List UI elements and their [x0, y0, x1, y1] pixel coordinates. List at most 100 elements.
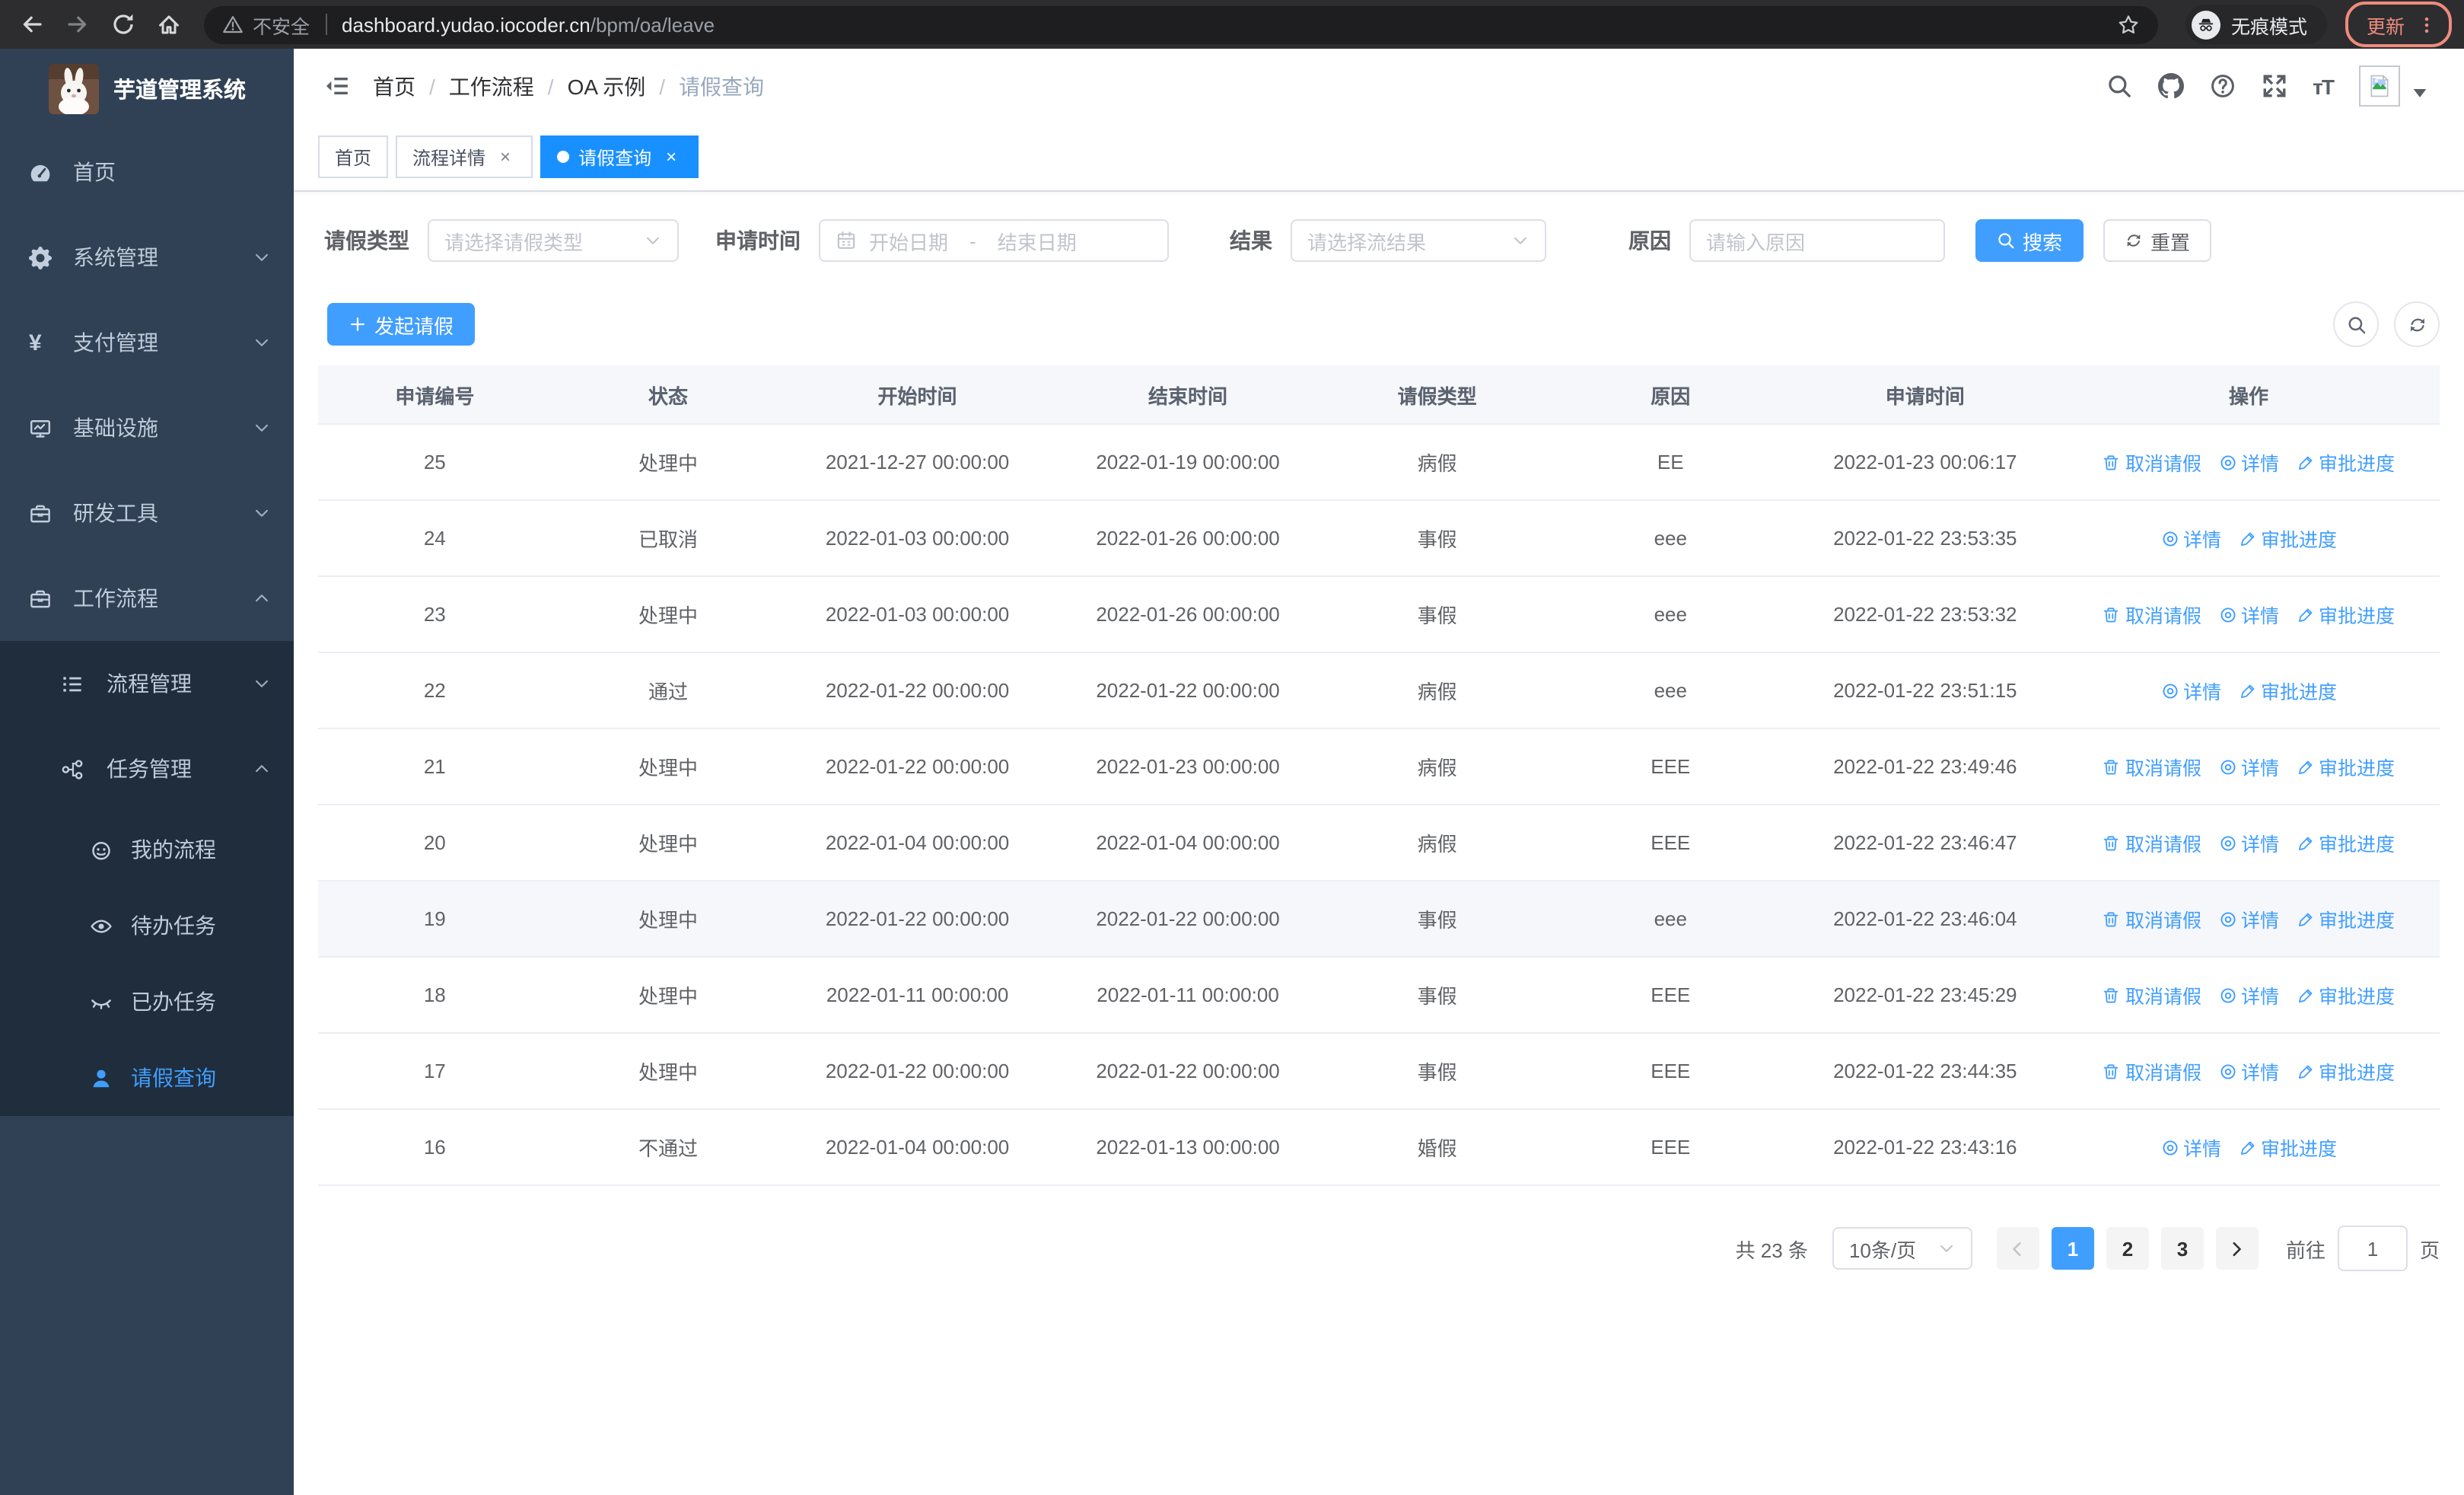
breadcrumb-oa-example[interactable]: OA 示例 — [568, 71, 646, 101]
cancel-leave-link[interactable]: 取消请假 — [2103, 828, 2201, 857]
cancel-leave-link[interactable]: 取消请假 — [2103, 600, 2201, 629]
page-size-select[interactable]: 10条/页 — [1832, 1227, 1972, 1270]
progress-link[interactable]: 审批进度 — [2296, 752, 2395, 781]
page-button-3[interactable]: 3 — [2160, 1227, 2204, 1270]
search-icon — [1997, 231, 2015, 250]
fullscreen-icon[interactable] — [2261, 73, 2287, 99]
close-icon[interactable]: × — [661, 146, 682, 167]
cancel-leave-link[interactable]: 取消请假 — [2103, 448, 2201, 477]
result-select[interactable]: 请选择流结果 — [1291, 219, 1546, 262]
address-bar[interactable]: 不安全 dashboard.yudao.iocoder.cn/bpm/oa/le… — [204, 5, 2158, 43]
detail-link[interactable]: 详情 — [2160, 676, 2221, 705]
cancel-leave-link[interactable]: 取消请假 — [2103, 980, 2201, 1009]
page-button-2[interactable]: 2 — [2106, 1227, 2149, 1270]
row-actions: 详情 审批进度 — [2064, 524, 2434, 553]
progress-icon — [2238, 1138, 2256, 1156]
detail-link[interactable]: 详情 — [2218, 1057, 2279, 1085]
breadcrumb-home[interactable]: 首页 — [373, 71, 415, 101]
sidebar-item-home[interactable]: 首页 — [0, 129, 294, 215]
chevron-down-icon — [253, 419, 271, 437]
browser-back-button[interactable] — [12, 5, 52, 44]
cancel-leave-link[interactable]: 取消请假 — [2103, 1057, 2201, 1085]
sidebar-item-process-mgmt[interactable]: 流程管理 — [0, 641, 294, 726]
tab-leave-query[interactable]: 请假查询 × — [540, 135, 699, 178]
user-avatar-menu[interactable] — [2359, 65, 2427, 107]
detail-link[interactable]: 详情 — [2218, 904, 2279, 933]
cell-status: 处理中 — [551, 956, 785, 1033]
reason-input[interactable]: 请输入原因 — [1689, 219, 1945, 262]
app-logo[interactable]: 芋道管理系统 — [0, 49, 294, 129]
sidebar-item-my-process[interactable]: 我的流程 — [0, 811, 294, 888]
bookmark-star-icon[interactable] — [2117, 13, 2140, 36]
sidebar-item-workflow[interactable]: 工作流程 — [0, 556, 294, 641]
row-actions: 详情 审批进度 — [2064, 1133, 2434, 1162]
detail-link[interactable]: 详情 — [2218, 980, 2279, 1009]
cell-status: 处理中 — [551, 880, 785, 957]
sidebar-item-system[interactable]: 系统管理 — [0, 215, 294, 300]
apply-time-range-picker[interactable]: 开始日期 - 结束日期 — [819, 219, 1169, 262]
progress-link[interactable]: 审批进度 — [2238, 676, 2337, 705]
table-search-toggle-button[interactable] — [2333, 301, 2379, 347]
browser-home-button[interactable] — [149, 5, 189, 44]
progress-link[interactable]: 审批进度 — [2296, 600, 2395, 629]
table-row: 24 已取消 2022-01-03 00:00:00 2022-01-26 00… — [318, 499, 2440, 576]
end-date-input[interactable]: 结束日期 — [998, 226, 1077, 255]
cell-status: 通过 — [551, 652, 785, 728]
close-icon[interactable]: × — [495, 146, 516, 167]
page-button-1[interactable]: 1 — [2051, 1227, 2094, 1270]
sidebar-item-infra[interactable]: 基础设施 — [0, 385, 294, 470]
result-label: 结果 — [1230, 228, 1272, 253]
detail-link[interactable]: 详情 — [2218, 828, 2279, 857]
search-icon[interactable] — [2106, 73, 2131, 99]
next-page-button[interactable] — [2215, 1227, 2259, 1270]
progress-link[interactable]: 审批进度 — [2296, 980, 2395, 1009]
search-button[interactable]: 搜索 — [1975, 219, 2084, 262]
progress-link[interactable]: 审批进度 — [2296, 828, 2395, 857]
cell-apply-id: 19 — [318, 880, 552, 957]
browser-update-menu-button[interactable]: 更新 — [2345, 2, 2452, 47]
breadcrumb-workflow[interactable]: 工作流程 — [449, 71, 534, 101]
browser-reload-button[interactable] — [103, 5, 143, 44]
sidebar-item-task-mgmt[interactable]: 任务管理 — [0, 726, 294, 811]
sidebar-fold-button[interactable] — [312, 62, 361, 110]
sidebar-item-leave-query[interactable]: 请假查询 — [0, 1040, 294, 1116]
detail-link[interactable]: 详情 — [2218, 448, 2279, 477]
cancel-leave-link[interactable]: 取消请假 — [2103, 904, 2201, 933]
font-size-icon[interactable]: ᴛT — [2313, 74, 2335, 98]
sidebar-item-done-tasks[interactable]: 已办任务 — [0, 964, 294, 1040]
progress-link[interactable]: 审批进度 — [2238, 524, 2337, 553]
cell-apply-id: 17 — [318, 1032, 552, 1109]
leave-type-select[interactable]: 请选择请假类型 — [428, 219, 679, 262]
start-date-input[interactable]: 开始日期 — [869, 226, 948, 255]
prev-page-button[interactable] — [1996, 1227, 2039, 1270]
row-actions: 取消请假 详情 审批进度 — [2064, 828, 2434, 857]
progress-link[interactable]: 审批进度 — [2296, 1057, 2395, 1085]
cell-apply-id: 23 — [318, 575, 552, 652]
browser-forward-button[interactable] — [58, 5, 97, 44]
sidebar-item-payment[interactable]: ¥ 支付管理 — [0, 300, 294, 385]
detail-link[interactable]: 详情 — [2218, 752, 2279, 781]
tab-process-detail[interactable]: 流程详情 × — [396, 135, 533, 178]
reset-button[interactable]: 重置 — [2103, 219, 2212, 262]
cell-end-time: 2022-01-22 00:00:00 — [1049, 652, 1326, 728]
sidebar-item-todo-tasks[interactable]: 待办任务 — [0, 888, 294, 964]
detail-link[interactable]: 详情 — [2218, 600, 2279, 629]
cell-end-time: 2022-01-23 00:00:00 — [1049, 728, 1326, 805]
progress-link[interactable]: 审批进度 — [2296, 448, 2395, 477]
detail-icon — [2218, 986, 2236, 1004]
detail-link[interactable]: 详情 — [2160, 1133, 2221, 1162]
leave-table: 申请编号 状态 开始时间 结束时间 请假类型 原因 申请时间 操作 25 处理中… — [318, 365, 2440, 1186]
tab-home[interactable]: 首页 — [318, 135, 389, 178]
goto-page-input[interactable] — [2337, 1226, 2408, 1271]
security-indicator[interactable]: 不安全 — [222, 10, 310, 39]
progress-link[interactable]: 审批进度 — [2296, 904, 2395, 933]
github-icon[interactable] — [2157, 73, 2183, 99]
detail-link[interactable]: 详情 — [2160, 524, 2221, 553]
create-leave-button[interactable]: 发起请假 — [327, 303, 476, 346]
cancel-leave-link[interactable]: 取消请假 — [2103, 752, 2201, 781]
sidebar-item-devtools[interactable]: 研发工具 — [0, 470, 294, 556]
help-icon[interactable] — [2209, 73, 2235, 99]
cell-apply-time: 2022-01-23 00:06:17 — [1792, 423, 2058, 500]
progress-link[interactable]: 审批进度 — [2238, 1133, 2337, 1162]
table-refresh-button[interactable] — [2394, 301, 2440, 347]
